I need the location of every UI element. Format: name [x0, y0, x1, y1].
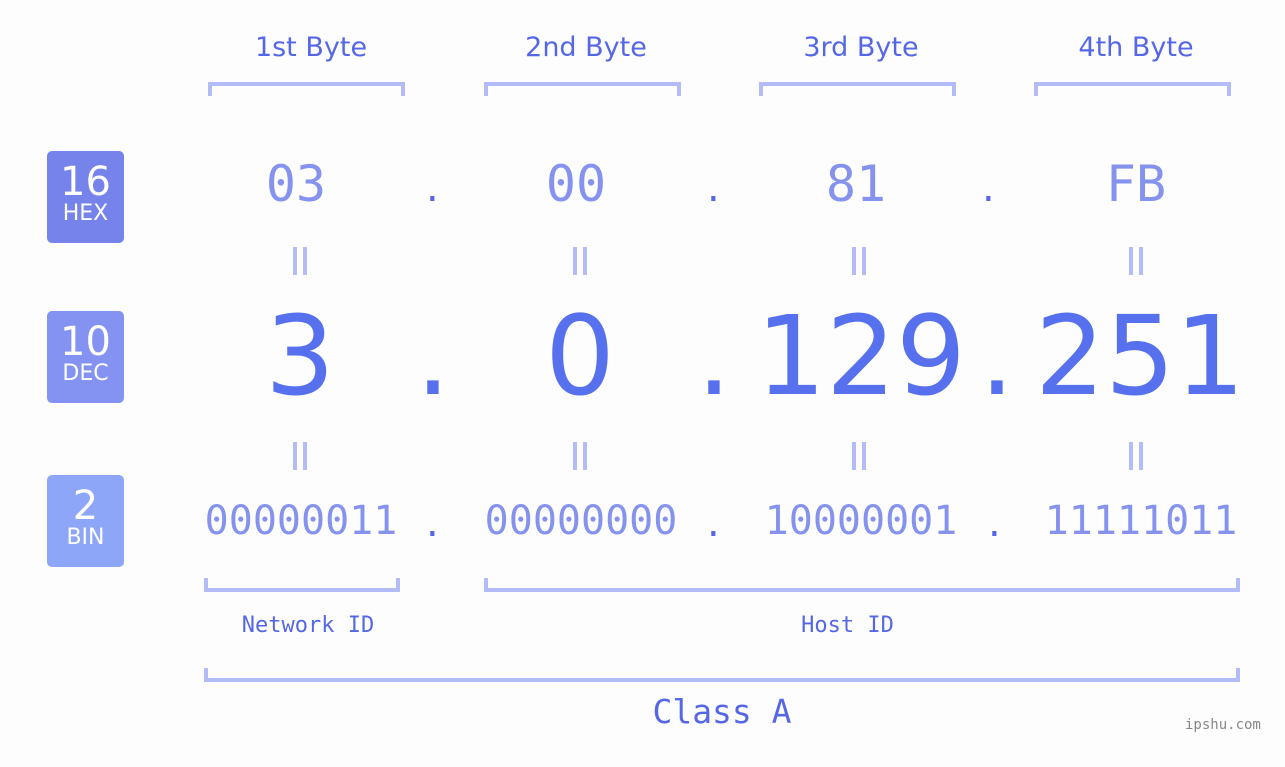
byte-bracket-3 [759, 82, 956, 96]
bin-dot-2: . [707, 500, 720, 546]
byte-label-2: 2nd Byte [525, 32, 647, 63]
equals-icon [293, 442, 307, 470]
hex-dot-2: . [707, 165, 720, 211]
bin-label: BIN [66, 525, 105, 550]
dec-label: DEC [62, 361, 109, 386]
equals-icon [573, 247, 587, 275]
equals-icon [293, 247, 307, 275]
equals-icon [852, 247, 866, 275]
bin-dot-1: . [426, 500, 439, 546]
hex-byte-1: 03 [265, 155, 327, 213]
dec-dot-3: . [979, 292, 1015, 420]
dec-badge: 10 DEC [47, 311, 124, 403]
dec-dot-2: . [696, 292, 732, 420]
hex-byte-3: 81 [825, 155, 887, 213]
watermark: ipshu.com [1185, 717, 1261, 733]
hex-base: 16 [60, 159, 111, 205]
equals-icon [573, 442, 587, 470]
byte-label-3: 3rd Byte [803, 32, 919, 63]
network-id-label: Network ID [241, 613, 375, 638]
host-id-label: Host ID [801, 613, 894, 638]
hex-label: HEX [62, 201, 109, 226]
hex-badge: 16 HEX [47, 151, 124, 243]
byte-label-4: 4th Byte [1078, 32, 1194, 63]
hex-dot-3: . [982, 165, 995, 211]
bin-dot-3: . [988, 500, 1001, 546]
equals-icon [1129, 442, 1143, 470]
dec-dot-1: . [415, 292, 451, 420]
host-bracket [484, 578, 1240, 592]
byte-label-1: 1st Byte [254, 32, 368, 63]
hex-dot-1: . [426, 165, 439, 211]
dec-base: 10 [60, 319, 111, 365]
byte-bracket-2 [484, 82, 681, 96]
bin-byte-1: 00000011 [204, 498, 398, 544]
bin-byte-4: 11111011 [1044, 498, 1238, 544]
byte-bracket-4 [1034, 82, 1231, 96]
bin-badge: 2 BIN [47, 475, 124, 567]
hex-byte-2: 00 [545, 155, 607, 213]
bin-base: 2 [72, 483, 99, 529]
bin-byte-2: 00000000 [484, 498, 678, 544]
equals-icon [1129, 247, 1143, 275]
byte-bracket-1 [208, 82, 405, 96]
network-bracket [204, 578, 400, 592]
equals-icon [852, 442, 866, 470]
class-label: Class A [652, 692, 792, 731]
hex-byte-4: FB [1105, 155, 1167, 213]
bin-byte-3: 10000001 [764, 498, 958, 544]
class-bracket [204, 668, 1240, 682]
